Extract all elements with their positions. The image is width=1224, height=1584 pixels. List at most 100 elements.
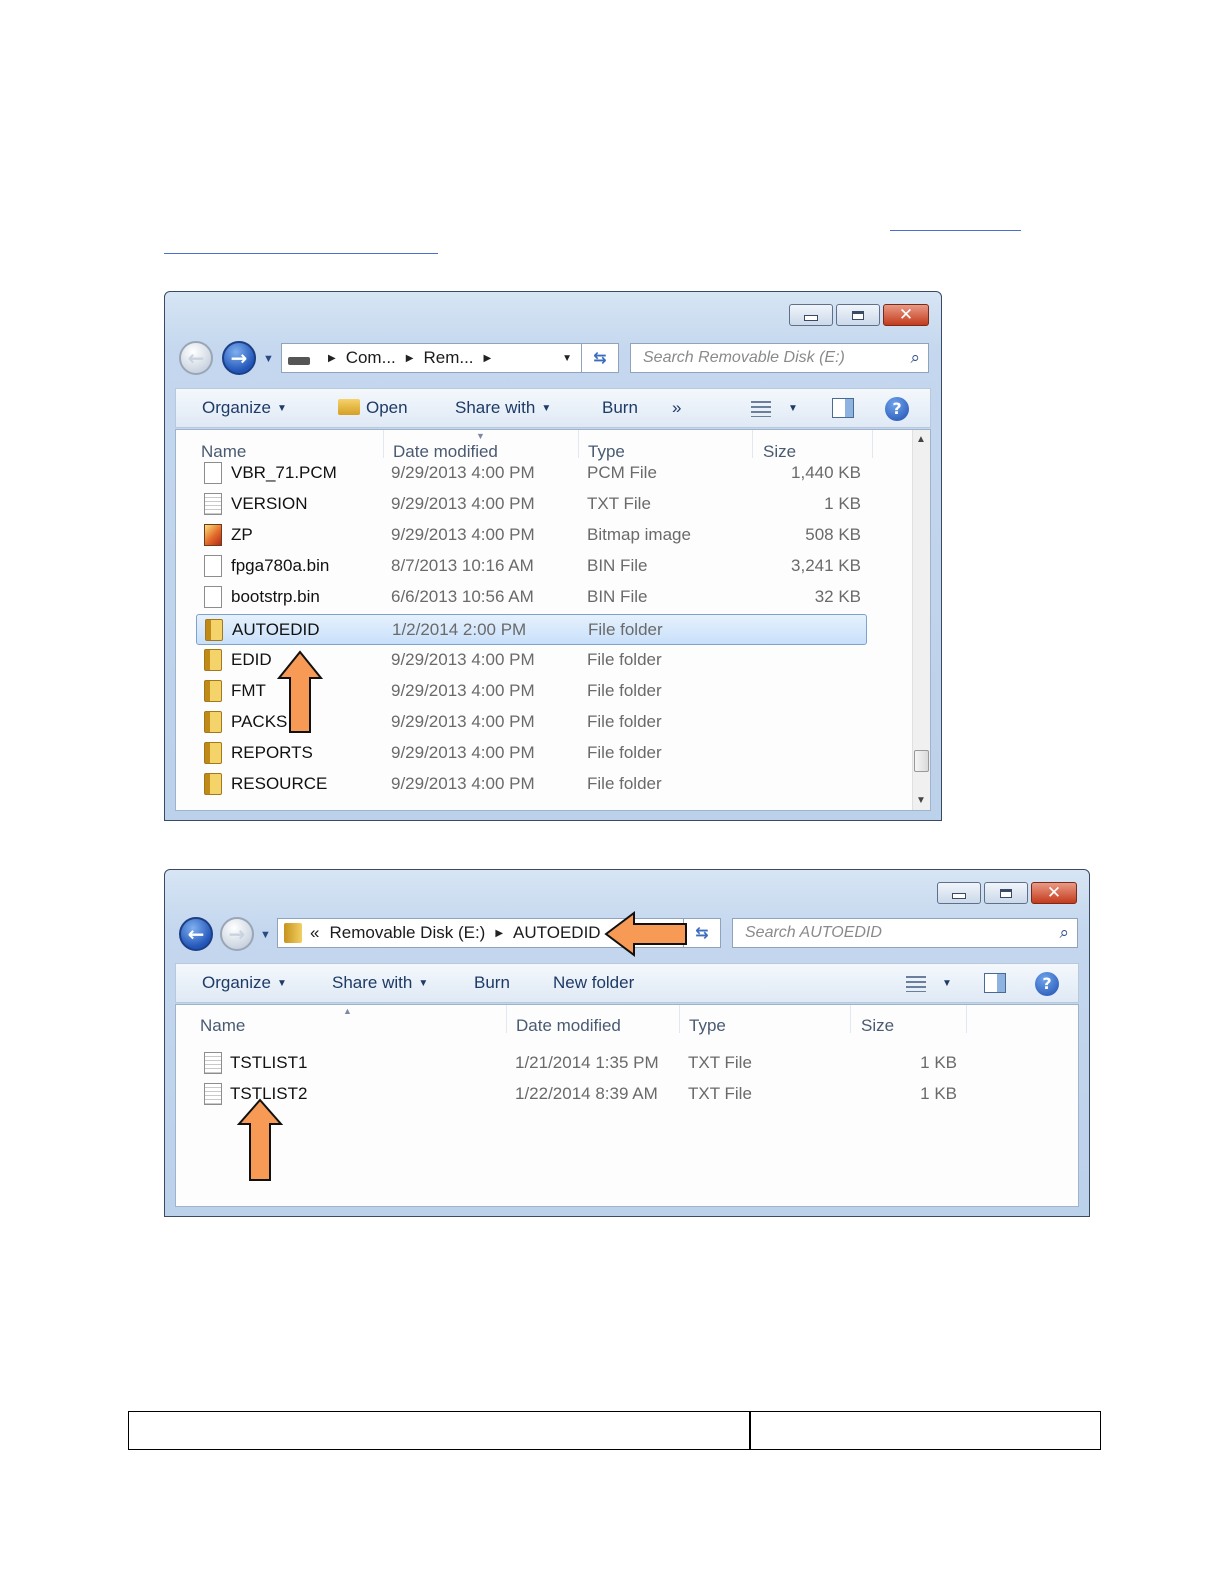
share-with-menu[interactable]: Share with ▼ bbox=[455, 398, 551, 418]
file-row[interactable]: fpga780a.bin 8/7/2013 10:16 AM BIN File 3,2… bbox=[196, 551, 867, 582]
breadcrumb-separator-icon[interactable]: ▶ bbox=[484, 353, 492, 364]
hyperlink-underline[interactable] bbox=[164, 253, 438, 254]
folder-icon bbox=[204, 679, 222, 702]
date-modified: 1/2/2014 2:00 PM bbox=[392, 619, 527, 639]
file-row[interactable]: ZP 9/29/2013 4:00 PM Bitmap image 508 KB bbox=[196, 520, 867, 551]
refresh-button[interactable]: ⇆ bbox=[683, 919, 720, 947]
help-icon[interactable]: ? bbox=[885, 397, 909, 421]
date-modified: 9/29/2013 4:00 PM bbox=[391, 525, 535, 545]
maximize-button[interactable] bbox=[984, 882, 1028, 904]
breadcrumb-removable-disk[interactable]: Removable Disk (E:) bbox=[329, 923, 485, 943]
column-header-name[interactable]: Name bbox=[200, 1016, 245, 1036]
organize-label: Organize bbox=[202, 398, 271, 417]
column-header-date[interactable]: Date modified bbox=[516, 1016, 621, 1036]
file-type: File folder bbox=[588, 619, 663, 639]
caption-buttons: ✕ bbox=[937, 882, 1077, 904]
open-button[interactable]: Open bbox=[338, 398, 408, 418]
file-name: TSTLIST1 bbox=[230, 1053, 308, 1072]
column-divider[interactable] bbox=[679, 1005, 680, 1033]
refresh-button[interactable]: ⇆ bbox=[581, 344, 618, 372]
search-icon[interactable]: ⌕ bbox=[910, 348, 920, 368]
file-row[interactable]: VBR_71.PCM 9/29/2013 4:00 PM PCM File 1,440… bbox=[196, 458, 867, 489]
back-button[interactable]: ← bbox=[179, 917, 213, 951]
preview-pane-icon[interactable] bbox=[984, 973, 1006, 993]
open-folder-icon bbox=[338, 399, 360, 415]
breadcrumb-computer[interactable]: Com... bbox=[346, 348, 396, 368]
change-view-icon[interactable] bbox=[751, 401, 771, 417]
file-name: RESOURCE bbox=[231, 774, 328, 793]
share-with-menu[interactable]: Share with ▼ bbox=[332, 973, 428, 993]
forward-button[interactable]: → bbox=[222, 341, 256, 375]
change-view-icon[interactable] bbox=[906, 976, 926, 992]
address-bar[interactable]: ▶ Com... ▶ Rem... ▶ ▼ ⇆ bbox=[281, 343, 619, 373]
breadcrumb-overflow[interactable]: « bbox=[310, 923, 319, 943]
file-row[interactable]: AUTOEDID 1/2/2014 2:00 PM File folder bbox=[196, 613, 867, 645]
breadcrumb-separator-icon[interactable]: ▶ bbox=[406, 353, 414, 364]
breadcrumb-separator-icon[interactable]: ▶ bbox=[328, 353, 336, 364]
column-divider[interactable] bbox=[850, 1005, 851, 1033]
file-name: ZP bbox=[231, 525, 253, 545]
view-options-dropdown-icon[interactable]: ▼ bbox=[942, 978, 952, 989]
address-history-dropdown-icon[interactable]: ▼ bbox=[562, 353, 572, 364]
breadcrumb-removable-disk[interactable]: Rem... bbox=[423, 348, 473, 368]
organize-menu[interactable]: Organize ▼ bbox=[202, 973, 287, 993]
new-folder-button[interactable]: New folder bbox=[553, 973, 634, 993]
breadcrumb-autoedid[interactable]: AUTOEDID bbox=[513, 923, 601, 943]
file-row[interactable]: RESOURCE 9/29/2013 4:00 PM File folder bbox=[196, 769, 867, 800]
file-size: 3,241 KB bbox=[791, 556, 861, 576]
close-button[interactable]: ✕ bbox=[883, 304, 929, 326]
open-label: Open bbox=[366, 398, 408, 417]
preview-pane-icon[interactable] bbox=[832, 398, 854, 418]
search-input[interactable]: Search Removable Disk (E:) ⌕ bbox=[630, 343, 929, 373]
maximize-button[interactable] bbox=[836, 304, 880, 326]
back-button[interactable]: ← bbox=[179, 341, 213, 375]
recent-pages-dropdown-icon[interactable]: ▼ bbox=[260, 929, 271, 941]
vertical-scrollbar[interactable]: ▲ ▼ bbox=[912, 430, 930, 810]
column-divider[interactable] bbox=[383, 430, 384, 458]
sort-indicator-icon: ▲ bbox=[343, 1006, 352, 1016]
breadcrumb-separator-icon[interactable]: ▶ bbox=[495, 928, 503, 939]
column-header-type[interactable]: Type bbox=[689, 1016, 726, 1036]
column-divider[interactable] bbox=[578, 430, 579, 458]
organize-label: Organize bbox=[202, 973, 271, 992]
burn-button[interactable]: Burn bbox=[474, 973, 510, 993]
minimize-button[interactable] bbox=[789, 304, 833, 326]
scrollbar-thumb[interactable] bbox=[914, 750, 929, 772]
burn-button[interactable]: Burn bbox=[602, 398, 638, 418]
column-divider[interactable] bbox=[966, 1005, 967, 1033]
close-button[interactable]: ✕ bbox=[1031, 882, 1077, 904]
chevron-down-icon: ▼ bbox=[276, 403, 287, 414]
file-row[interactable]: REPORTS 9/29/2013 4:00 PM File folder bbox=[196, 738, 867, 769]
date-modified: 6/6/2013 10:56 AM bbox=[391, 587, 534, 607]
chevron-down-icon: ▼ bbox=[541, 403, 552, 414]
help-icon[interactable]: ? bbox=[1035, 972, 1059, 996]
left-arrow-annotation bbox=[604, 911, 687, 957]
column-header-size[interactable]: Size bbox=[861, 1016, 894, 1036]
maximize-icon bbox=[852, 310, 864, 320]
minimize-button[interactable] bbox=[937, 882, 981, 904]
scroll-up-icon[interactable]: ▲ bbox=[916, 434, 926, 445]
search-icon[interactable]: ⌕ bbox=[1059, 923, 1069, 943]
file-row[interactable]: bootstrp.bin 6/6/2013 10:56 AM BIN File 32 … bbox=[196, 582, 867, 613]
search-input[interactable]: Search AUTOEDID ⌕ bbox=[732, 918, 1078, 948]
scroll-down-icon[interactable]: ▼ bbox=[916, 795, 926, 806]
column-divider[interactable] bbox=[752, 430, 753, 458]
search-placeholder: Search AUTOEDID bbox=[745, 924, 882, 941]
file-size: 1 KB bbox=[920, 1053, 957, 1072]
forward-button[interactable]: → bbox=[220, 917, 254, 951]
column-divider[interactable] bbox=[506, 1005, 507, 1033]
command-bar: Organize ▼ Open Share with ▼ Burn » ▼ ? bbox=[175, 388, 931, 428]
organize-menu[interactable]: Organize ▼ bbox=[202, 398, 287, 418]
more-commands-button[interactable]: » bbox=[672, 398, 681, 418]
column-divider[interactable] bbox=[872, 430, 873, 458]
file-row[interactable]: TSTLIST1 1/21/2014 1:35 PM TXT File 1 KB bbox=[196, 1048, 966, 1079]
folder-icon bbox=[204, 773, 222, 795]
file-row[interactable]: TSTLIST2 1/22/2014 8:39 AM TXT File 1 KB bbox=[196, 1079, 966, 1110]
file-type: File folder bbox=[587, 774, 662, 793]
recent-pages-dropdown-icon[interactable]: ▼ bbox=[263, 353, 274, 365]
file-row[interactable]: VERSION 9/29/2013 4:00 PM TXT File 1 KB bbox=[196, 489, 867, 520]
view-options-dropdown-icon[interactable]: ▼ bbox=[788, 403, 798, 414]
hyperlink-underline[interactable] bbox=[890, 230, 1021, 231]
file-size: 508 KB bbox=[805, 525, 861, 545]
date-modified: 1/22/2014 8:39 AM bbox=[515, 1083, 658, 1103]
